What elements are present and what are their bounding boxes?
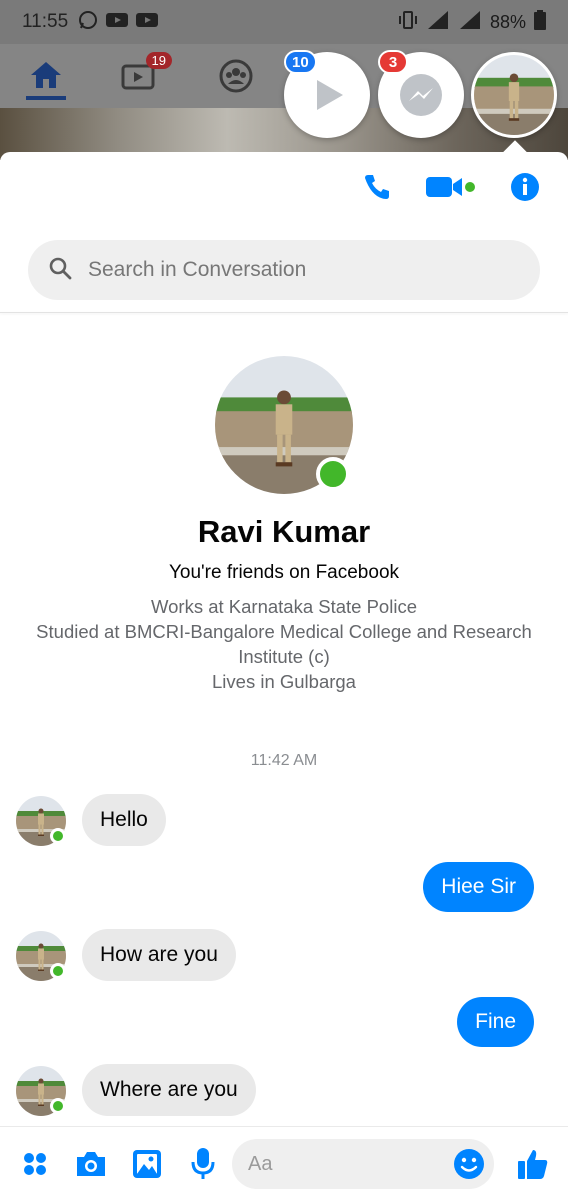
message-row-outgoing: Fine (0, 997, 568, 1049)
contact-chathead-avatar[interactable] (471, 52, 557, 138)
search-input[interactable] (88, 258, 508, 282)
online-dot (50, 828, 66, 844)
youtube-icon (106, 12, 129, 33)
message-bubble-outgoing[interactable]: Fine (457, 997, 534, 1047)
watch-icon[interactable]: 19 (118, 52, 172, 94)
search-icon (48, 256, 72, 285)
battery-level: 88% (489, 11, 526, 32)
online-dot (50, 963, 66, 979)
messenger-icon (400, 74, 442, 116)
chathead-badge: 3 (378, 50, 408, 74)
profile-work: Works at Karnataka State Police (151, 596, 417, 617)
search-bar[interactable] (28, 240, 540, 300)
video-chathead[interactable]: 10 (284, 50, 370, 138)
message-row-incoming: Where are you (0, 1064, 568, 1116)
emoji-icon[interactable] (452, 1147, 486, 1186)
message-row-incoming: Hello (0, 794, 568, 846)
gallery-icon[interactable] (130, 1147, 164, 1181)
like-thumb-icon[interactable] (514, 1145, 552, 1183)
phone-call-icon[interactable] (362, 172, 392, 202)
message-bubble-outgoing[interactable]: Hiee Sir (423, 862, 534, 912)
signal-icon (458, 10, 482, 35)
vibrate-icon (398, 10, 418, 34)
message-input-container[interactable] (232, 1139, 494, 1189)
message-bubble-incoming[interactable]: Hello (82, 794, 166, 846)
battery-icon (534, 9, 546, 35)
video-call-icon[interactable] (426, 174, 476, 200)
profile-name: Ravi Kumar (197, 514, 371, 549)
home-icon[interactable] (26, 54, 66, 100)
profile-education: Studied at BMCRI-Bangalore Medical Colle… (36, 621, 532, 667)
message-row-incoming: How are you (0, 929, 568, 981)
signal-icon (426, 10, 450, 35)
groups-icon[interactable] (216, 58, 256, 94)
conversation-toolbar (362, 172, 540, 202)
status-time: 11:55 (22, 11, 69, 32)
camera-icon[interactable] (74, 1147, 108, 1181)
youtube-icon (136, 12, 159, 33)
messenger-chathead[interactable]: 3 (378, 50, 464, 138)
message-input[interactable] (248, 1152, 438, 1176)
more-actions-icon[interactable] (18, 1147, 52, 1181)
info-icon[interactable] (510, 172, 540, 202)
message-composer (0, 1126, 568, 1200)
chathead-badge: 10 (284, 50, 317, 74)
online-dot (50, 1098, 66, 1114)
online-status-indicator (316, 457, 350, 491)
profile-location: Lives in Gulbarga (212, 671, 356, 692)
profile-details: Works at Karnataka State Police Studied … (20, 594, 548, 694)
friendship-status: You're friends on Facebook (168, 562, 400, 583)
microphone-icon[interactable] (186, 1147, 220, 1181)
whatsapp-icon (78, 10, 98, 35)
message-bubble-incoming[interactable]: Where are you (82, 1064, 256, 1116)
status-bar: 11:55 88% (0, 0, 568, 44)
message-bubble-incoming[interactable]: How are you (82, 929, 236, 981)
watch-badge: 19 (145, 52, 172, 69)
message-row-outgoing: Hiee Sir (0, 862, 568, 914)
conversation-panel: Ravi Kumar You're friends on Facebook Wo… (0, 152, 568, 1200)
message-timestamp: 11:42 AM (250, 752, 318, 769)
play-icon (317, 80, 343, 110)
header-divider (0, 312, 568, 313)
